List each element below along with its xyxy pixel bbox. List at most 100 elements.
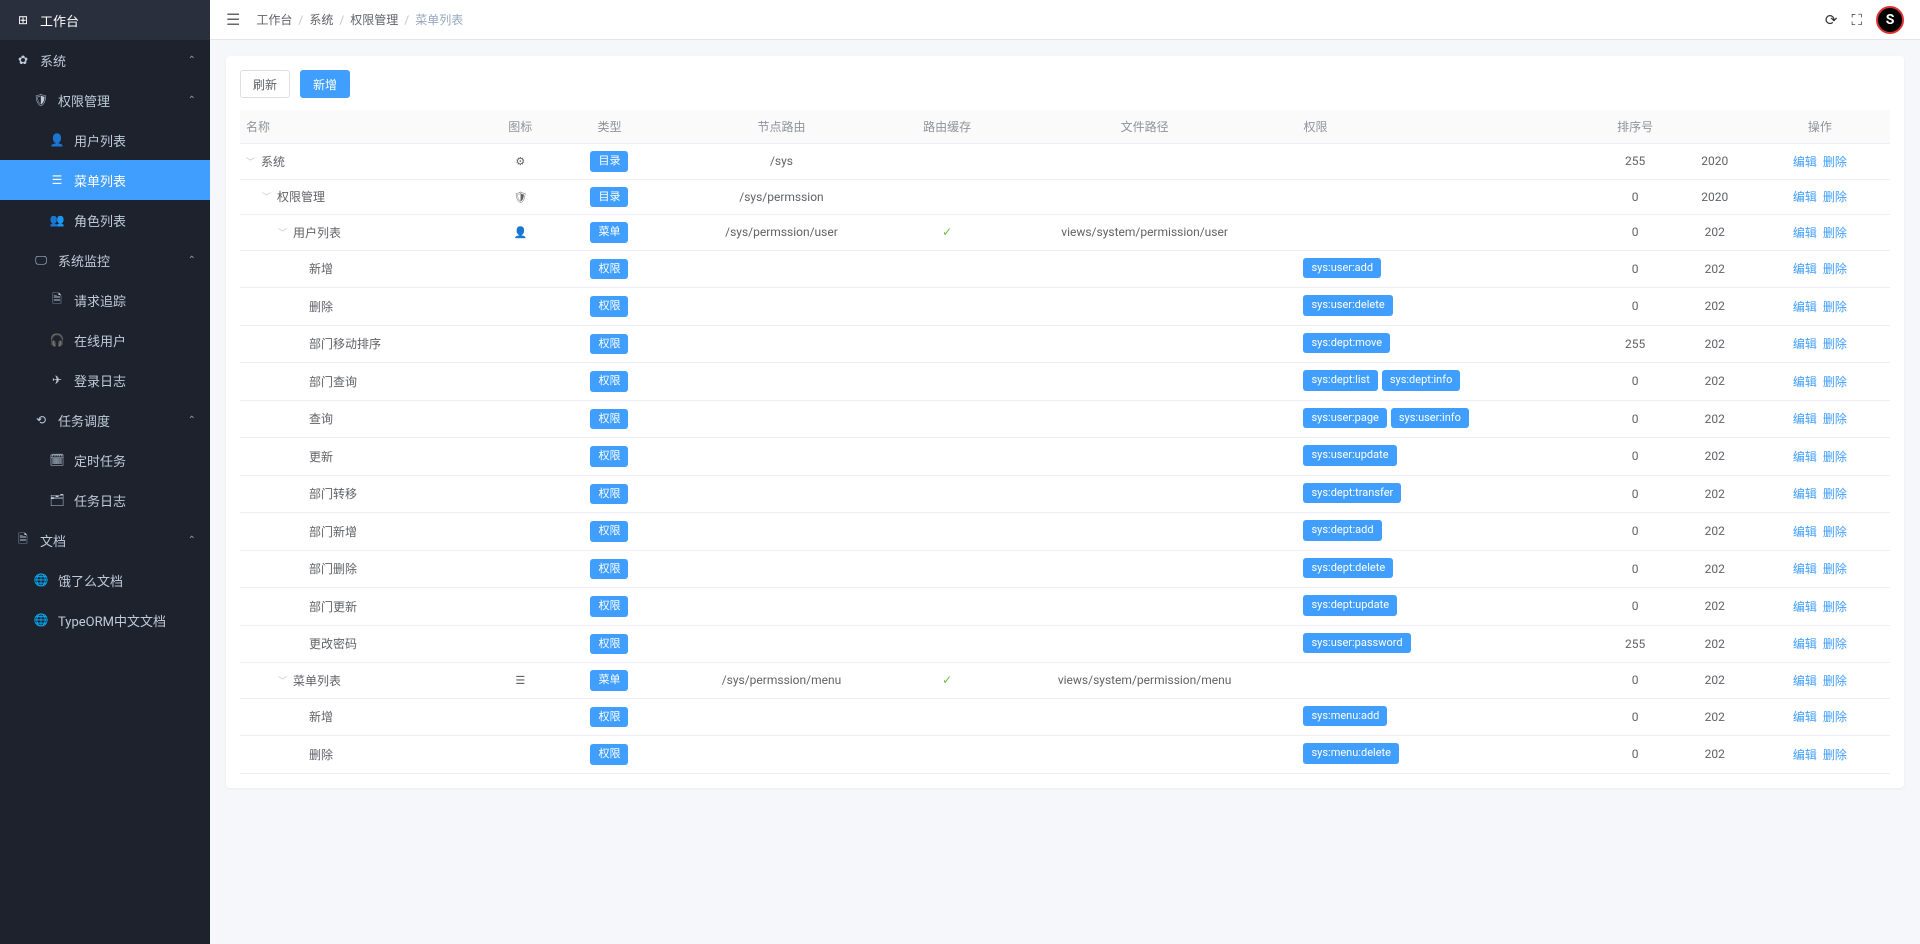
edit-button[interactable]: 编辑 <box>1793 410 1817 427</box>
row-sort: 255 <box>1591 325 1680 363</box>
table-row: ﹀权限管理🛡目录/sys/permssion02020编辑删除 <box>240 179 1890 215</box>
refresh-button[interactable]: 刷新 <box>240 70 290 98</box>
delete-button[interactable]: 删除 <box>1823 485 1847 502</box>
edit-button[interactable]: 编辑 <box>1793 153 1817 170</box>
delete-button[interactable]: 删除 <box>1823 635 1847 652</box>
sidebar-item-icon: ✈ <box>50 373 64 387</box>
table-row: ﹀菜单列表☰菜单/sys/permssion/menu✓views/system… <box>240 663 1890 699</box>
sidebar-item[interactable]: ✈登录日志 <box>0 360 210 400</box>
fullscreen-icon[interactable]: ⛶ <box>1851 11 1862 29</box>
row-time: 202 <box>1680 400 1750 438</box>
sidebar-item[interactable]: ⟲任务调度⌃ <box>0 400 210 440</box>
row-perm <box>1297 144 1590 180</box>
edit-button[interactable]: 编辑 <box>1793 560 1817 577</box>
sidebar-item-icon: 🖵 <box>34 253 48 268</box>
edit-button[interactable]: 编辑 <box>1793 224 1817 241</box>
delete-button[interactable]: 删除 <box>1823 672 1847 689</box>
delete-button[interactable]: 删除 <box>1823 708 1847 725</box>
delete-button[interactable]: 删除 <box>1823 153 1847 170</box>
row-icon <box>482 325 558 363</box>
row-cache <box>903 179 992 215</box>
sidebar-item[interactable]: 🎧在线用户 <box>0 320 210 360</box>
avatar[interactable]: S ▾ <box>1876 6 1904 34</box>
delete-button[interactable]: 删除 <box>1823 335 1847 352</box>
row-sort: 0 <box>1591 179 1680 215</box>
edit-button[interactable]: 编辑 <box>1793 373 1817 390</box>
row-route: /sys/permssion/menu <box>660 663 902 699</box>
edit-button[interactable]: 编辑 <box>1793 448 1817 465</box>
type-tag: 权限 <box>590 259 628 280</box>
row-sort: 0 <box>1591 513 1680 551</box>
edit-button[interactable]: 编辑 <box>1793 708 1817 725</box>
row-route <box>660 625 902 663</box>
edit-button[interactable]: 编辑 <box>1793 335 1817 352</box>
type-tag: 权限 <box>590 409 628 430</box>
delete-button[interactable]: 删除 <box>1823 448 1847 465</box>
breadcrumb-item[interactable]: 系统 <box>309 13 333 27</box>
delete-button[interactable]: 删除 <box>1823 560 1847 577</box>
row-perm: sys:user:password <box>1297 625 1590 663</box>
sidebar-item[interactable]: ✿系统⌃ <box>0 40 210 80</box>
edit-button[interactable]: 编辑 <box>1793 523 1817 540</box>
sidebar-item[interactable]: ☰菜单列表 <box>0 160 210 200</box>
row-time: 202 <box>1680 288 1750 326</box>
row-cache <box>903 513 992 551</box>
sidebar-item[interactable]: 🌐饿了么文档 <box>0 560 210 600</box>
tree-caret-icon[interactable]: ﹀ <box>246 155 255 168</box>
row-route <box>660 288 902 326</box>
sidebar-item[interactable]: 🛡权限管理⌃ <box>0 80 210 120</box>
breadcrumb-item[interactable]: 权限管理 <box>350 13 398 27</box>
row-sort: 0 <box>1591 400 1680 438</box>
row-route <box>660 736 902 774</box>
sidebar-item[interactable]: 🗎请求追踪 <box>0 280 210 320</box>
row-sort: 0 <box>1591 363 1680 401</box>
delete-button[interactable]: 删除 <box>1823 298 1847 315</box>
row-route <box>660 325 902 363</box>
delete-button[interactable]: 删除 <box>1823 410 1847 427</box>
row-icon <box>482 438 558 476</box>
row-file <box>992 550 1298 588</box>
edit-button[interactable]: 编辑 <box>1793 598 1817 615</box>
chevron-icon: ⌃ <box>188 415 196 426</box>
sidebar-item[interactable]: ⊞工作台 <box>0 0 210 40</box>
row-perm <box>1297 179 1590 215</box>
breadcrumb-item[interactable]: 工作台 <box>256 13 292 27</box>
edit-button[interactable]: 编辑 <box>1793 746 1817 763</box>
add-button[interactable]: 新增 <box>300 70 350 98</box>
tree-caret-icon[interactable]: ﹀ <box>278 226 287 239</box>
delete-button[interactable]: 删除 <box>1823 260 1847 277</box>
row-perm: sys:dept:add <box>1297 513 1590 551</box>
edit-button[interactable]: 编辑 <box>1793 260 1817 277</box>
sidebar-item[interactable]: 🌐TypeORM中文文档 <box>0 600 210 640</box>
sidebar-item[interactable]: 👥角色列表 <box>0 200 210 240</box>
edit-button[interactable]: 编辑 <box>1793 298 1817 315</box>
row-cache <box>903 363 992 401</box>
perm-tag: sys:menu:add <box>1303 706 1387 727</box>
delete-button[interactable]: 删除 <box>1823 224 1847 241</box>
delete-button[interactable]: 删除 <box>1823 746 1847 763</box>
edit-button[interactable]: 编辑 <box>1793 188 1817 205</box>
perm-tag: sys:user:info <box>1391 408 1469 429</box>
row-time: 2020 <box>1680 144 1750 180</box>
sidebar-item[interactable]: 🗂任务日志 <box>0 480 210 520</box>
delete-button[interactable]: 删除 <box>1823 523 1847 540</box>
sidebar-item[interactable]: 🗓定时任务 <box>0 440 210 480</box>
hamburger-icon[interactable]: ☰ <box>226 10 240 29</box>
tree-caret-icon[interactable]: ﹀ <box>262 190 271 203</box>
delete-button[interactable]: 删除 <box>1823 188 1847 205</box>
sidebar-item-icon: 🌐 <box>34 613 48 627</box>
tree-caret-icon[interactable]: ﹀ <box>278 674 287 687</box>
edit-button[interactable]: 编辑 <box>1793 485 1817 502</box>
delete-button[interactable]: 删除 <box>1823 373 1847 390</box>
row-file <box>992 288 1298 326</box>
refresh-icon[interactable]: ⟳ <box>1825 11 1838 29</box>
sidebar-item[interactable]: 🖵系统监控⌃ <box>0 240 210 280</box>
row-icon <box>482 475 558 513</box>
delete-button[interactable]: 删除 <box>1823 598 1847 615</box>
edit-button[interactable]: 编辑 <box>1793 635 1817 652</box>
edit-button[interactable]: 编辑 <box>1793 672 1817 689</box>
sidebar-item[interactable]: 👤用户列表 <box>0 120 210 160</box>
row-perm: sys:dept:move <box>1297 325 1590 363</box>
sidebar-item[interactable]: 🗎文档⌃ <box>0 520 210 560</box>
row-name: 部门更新 <box>309 598 357 615</box>
